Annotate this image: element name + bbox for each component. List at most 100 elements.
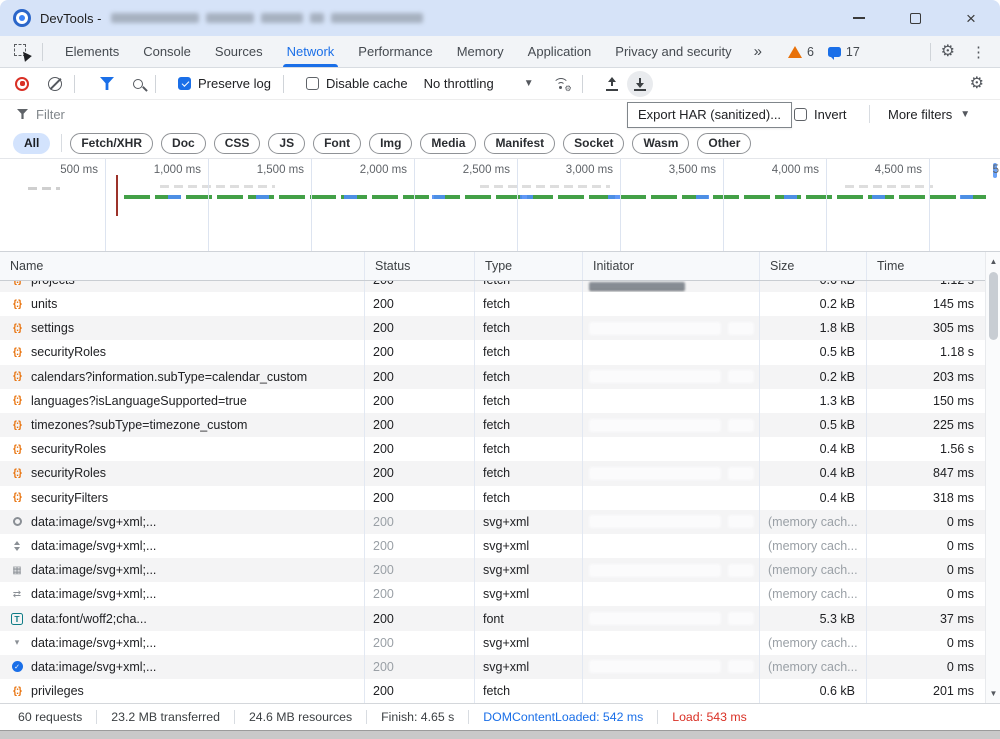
time-cell: 318 ms: [867, 486, 985, 510]
column-header-size[interactable]: Size: [760, 252, 867, 280]
table-row[interactable]: {:} securityRoles 200 fetch 0.5 kB 1.18 …: [0, 340, 985, 364]
table-row[interactable]: ▾ data:image/svg+xml;... 200 svg+xml (me…: [0, 631, 985, 655]
timeline-overview[interactable]: 5 500 ms1,000 ms1,500 ms2,000 ms2,500 ms…: [0, 159, 1000, 252]
fetch-icon: {:}: [10, 370, 24, 384]
tab-application[interactable]: Application: [516, 36, 604, 67]
chip-socket[interactable]: Socket: [563, 133, 624, 154]
table-row[interactable]: {:} securityRoles 200 fetch 0.4 kB 1.56 …: [0, 437, 985, 461]
size-cell: 0.6 kB: [760, 281, 867, 292]
chip-all[interactable]: All: [13, 133, 50, 154]
chip-fetch-xhr[interactable]: Fetch/XHR: [70, 133, 153, 154]
invert-checkbox[interactable]: Invert: [794, 100, 847, 128]
more-filters-dropdown[interactable]: More filters ▼: [888, 100, 970, 128]
time-cell: 145 ms: [867, 292, 985, 316]
request-type-chips: All Fetch/XHR Doc CSS JS Font Img Media Manifest…: [0, 128, 1000, 159]
redacted-initiator-link[interactable]: [589, 282, 685, 291]
tab-performance[interactable]: Performance: [346, 36, 444, 67]
size-cell: 0.2 kB: [760, 365, 867, 389]
clear-button[interactable]: [48, 77, 62, 91]
timeline-gridline: [723, 159, 724, 251]
table-row[interactable]: data:image/svg+xml;... 200 svg+xml (memo…: [0, 534, 985, 558]
import-har-button[interactable]: [605, 77, 619, 91]
filter-input[interactable]: Filter: [36, 107, 65, 122]
throttling-select[interactable]: No throttling ▼: [424, 76, 534, 91]
chip-css[interactable]: CSS: [214, 133, 261, 154]
tab-privacy-and-security[interactable]: Privacy and security: [603, 36, 743, 67]
chip-font[interactable]: Font: [313, 133, 361, 154]
scrollbar-thumb[interactable]: [989, 272, 998, 340]
maximize-button[interactable]: [904, 7, 926, 29]
chip-other[interactable]: Other: [697, 133, 751, 154]
warnings-badge[interactable]: 6: [788, 45, 814, 59]
vertical-scrollbar[interactable]: ▲ ▼: [985, 252, 1000, 703]
column-header-time[interactable]: Time: [867, 252, 985, 280]
inspect-element-button[interactable]: [14, 44, 30, 60]
chip-img[interactable]: Img: [369, 133, 412, 154]
issues-badge[interactable]: 17: [828, 45, 860, 59]
column-header-initiator[interactable]: Initiator: [583, 252, 760, 280]
tab-elements[interactable]: Elements: [53, 36, 131, 67]
chip-wasm[interactable]: Wasm: [632, 133, 689, 154]
more-tabs-button[interactable]: »: [744, 43, 770, 60]
network-settings-gear-icon[interactable]: ⚙: [970, 76, 984, 92]
redacted-initiator: [728, 515, 754, 528]
table-row[interactable]: {:} timezones?subType=timezone_custom 20…: [0, 413, 985, 437]
column-header-name[interactable]: Name: [0, 252, 365, 280]
close-button[interactable]: ×: [960, 7, 982, 29]
title-bar: DevTools - ×: [0, 0, 1000, 36]
redacted-initiator: [589, 612, 721, 625]
minimize-button[interactable]: [848, 7, 870, 29]
record-button[interactable]: [15, 77, 29, 91]
status-item[interactable]: DOMContentLoaded: 542 ms: [469, 710, 657, 724]
filter-input-icon: [17, 109, 28, 119]
preserve-log-checkbox[interactable]: Preserve log: [178, 76, 271, 91]
status-cell: 200: [365, 606, 475, 630]
chip-manifest[interactable]: Manifest: [484, 133, 555, 154]
tab-sources[interactable]: Sources: [203, 36, 275, 67]
table-row[interactable]: {:} securityFilters 200 fetch 0.4 kB 318…: [0, 486, 985, 510]
tab-memory[interactable]: Memory: [445, 36, 516, 67]
column-header-type[interactable]: Type: [475, 252, 583, 280]
table-row[interactable]: ▦ data:image/svg+xml;... 200 svg+xml (me…: [0, 558, 985, 582]
disable-cache-checkbox[interactable]: Disable cache: [306, 76, 408, 91]
table-row[interactable]: T data:font/woff2;cha... 200 font 5.3 kB…: [0, 606, 985, 630]
chip-doc[interactable]: Doc: [161, 133, 206, 154]
initiator-cell: [583, 679, 760, 703]
redacted-initiator: [728, 322, 754, 335]
column-header-status[interactable]: Status: [365, 252, 475, 280]
table-row[interactable]: {:} units 200 fetch 0.2 kB 145 ms: [0, 292, 985, 316]
devtools-window: DevTools - × Elements Console Sources Ne…: [0, 0, 1000, 739]
table-row[interactable]: {:} privileges 200 fetch 0.6 kB 201 ms: [0, 679, 985, 703]
chevron-down-icon: ▼: [960, 109, 970, 120]
status-item[interactable]: Load: 543 ms: [658, 710, 761, 724]
chip-js[interactable]: JS: [268, 133, 305, 154]
filter-toggle-icon[interactable]: [100, 77, 114, 90]
checkbox-unchecked-icon: [794, 108, 807, 121]
scroll-down-icon[interactable]: ▼: [986, 686, 1000, 701]
export-har-button[interactable]: [627, 71, 653, 97]
type-cell: fetch: [475, 292, 583, 316]
network-conditions-icon[interactable]: ⚙: [552, 77, 570, 91]
tab-network[interactable]: Network: [275, 36, 347, 67]
table-row[interactable]: {:} projects 200 fetch 0.6 kB 1.12 s: [0, 281, 985, 292]
table-row[interactable]: {:} securityRoles 200 fetch 0.4 kB 847 m…: [0, 461, 985, 485]
chip-media[interactable]: Media: [420, 133, 476, 154]
status-cell: 200: [365, 534, 475, 558]
table-row[interactable]: {:} languages?isLanguageSupported=true 2…: [0, 389, 985, 413]
initiator-cell: [583, 413, 760, 437]
table-row[interactable]: ✓ data:image/svg+xml;... 200 svg+xml (me…: [0, 655, 985, 679]
scroll-up-icon[interactable]: ▲: [986, 254, 1000, 269]
redacted-initiator: [728, 419, 754, 432]
kebab-menu-icon[interactable]: ⋮: [965, 45, 992, 60]
timeline-tick-label: 1,500 ms: [257, 164, 304, 176]
table-row[interactable]: data:image/svg+xml;... 200 svg+xml (memo…: [0, 510, 985, 534]
tab-console[interactable]: Console: [131, 36, 203, 67]
table-row[interactable]: {:} calendars?information.subType=calend…: [0, 365, 985, 389]
clipped-table-row[interactable]: {:} projects 200 fetch 0.6 kB 1.12 s: [0, 281, 985, 292]
settings-gear-icon[interactable]: ⚙: [941, 44, 955, 60]
waterfall-gray-bar: [480, 185, 610, 188]
search-icon[interactable]: [133, 79, 143, 89]
close-icon: ×: [966, 10, 976, 27]
table-row[interactable]: ⇄ data:image/svg+xml;... 200 svg+xml (me…: [0, 582, 985, 606]
table-row[interactable]: {:} settings 200 fetch 1.8 kB 305 ms: [0, 316, 985, 340]
